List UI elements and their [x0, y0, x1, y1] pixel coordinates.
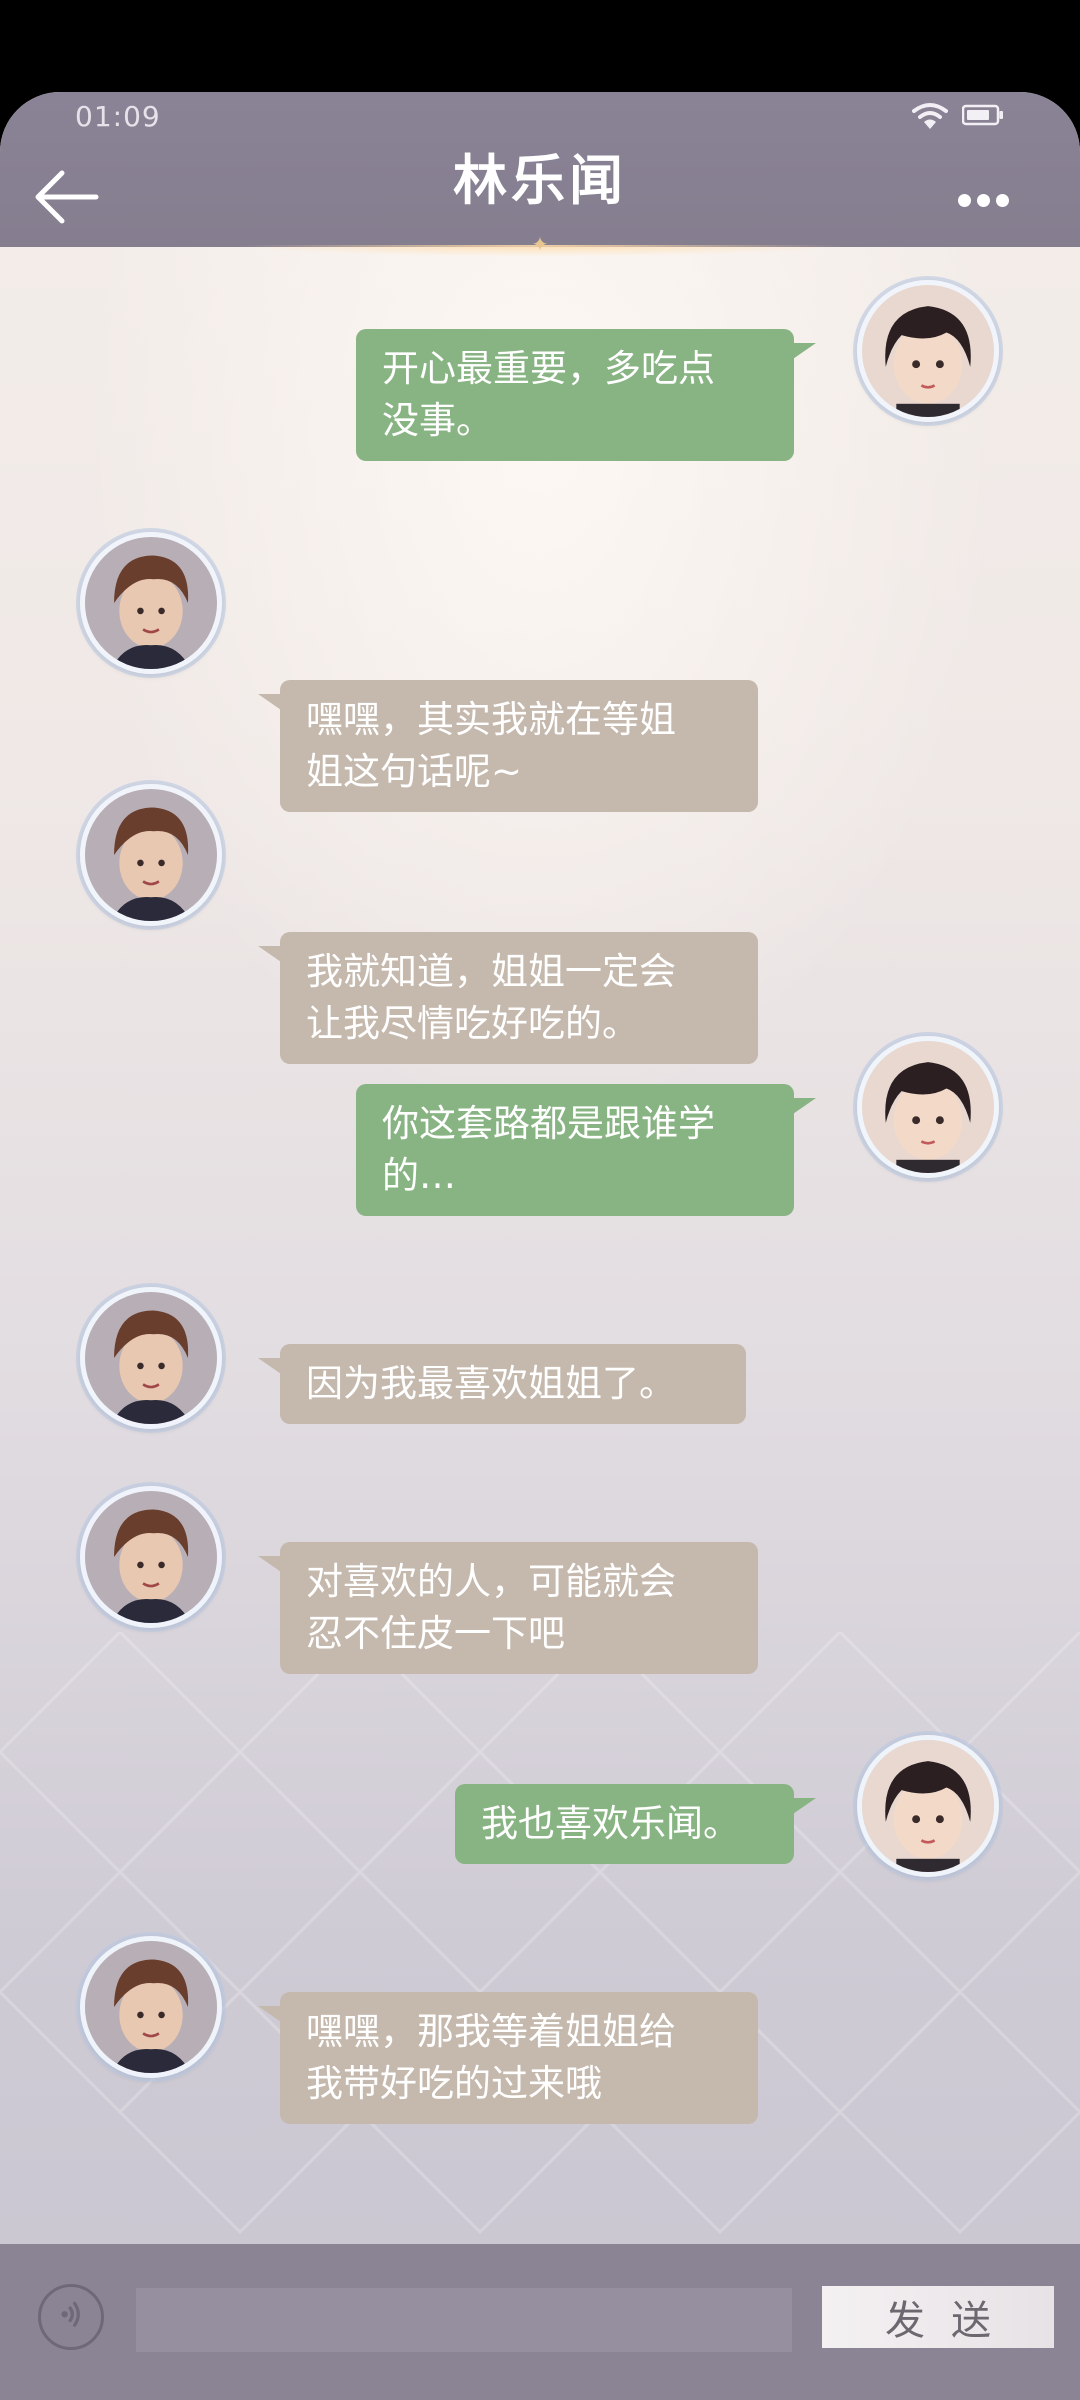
my-avatar[interactable] [857, 1036, 999, 1178]
wifi-icon [912, 103, 948, 129]
send-button[interactable]: 发送 [822, 2286, 1054, 2348]
my-avatar[interactable] [857, 280, 999, 422]
message-bubble-received[interactable]: 我就知道，姐姐一定会 让我尽情吃好吃的。 [258, 932, 758, 1064]
message-line: 忍不住皮一下吧 [306, 1612, 565, 1655]
message-line: 我就知道，姐姐一定会 [306, 950, 676, 993]
voice-icon[interactable] [38, 2284, 104, 2350]
message-line: 开心最重要，多吃点 [382, 347, 715, 390]
message-bubble-received[interactable]: 嘿嘿，其实我就在等姐 姐这句话呢~ [258, 680, 758, 812]
chat-screen: 01:09 林乐闻 ✦ 开心最重要，多吃点 没事。 嘿嘿，其实我就在等姐 姐这句… [0, 92, 1080, 2400]
message-bubble-received[interactable]: 嘿嘿，那我等着姐姐给 我带好吃的过来哦 [258, 1992, 758, 2124]
status-time: 01:09 [75, 100, 161, 133]
message-line: 姐这句话呢~ [306, 750, 523, 793]
message-line: 让我尽情吃好吃的。 [306, 1002, 639, 1045]
message-input[interactable] [136, 2288, 792, 2352]
message-line: 我带好吃的过来哦 [306, 2062, 602, 2105]
message-bubble-sent[interactable]: 我也喜欢乐闻。 [455, 1784, 816, 1864]
divider-star-icon: ✦ [531, 232, 549, 256]
message-line: 嘿嘿，其实我就在等姐 [306, 698, 676, 741]
message-line: 我也喜欢乐闻。 [481, 1802, 740, 1845]
message-line: 没事。 [382, 399, 493, 442]
page-title: 林乐闻 [453, 148, 627, 212]
message-bubble-sent[interactable]: 开心最重要，多吃点 没事。 [356, 329, 816, 461]
message-bubble-received[interactable]: 因为我最喜欢姐姐了。 [258, 1344, 746, 1424]
battery-icon [962, 104, 1003, 126]
message-line: 对喜欢的人，可能就会 [306, 1560, 676, 1603]
contact-avatar[interactable] [80, 532, 222, 674]
chat-header: 01:09 林乐闻 [0, 92, 1080, 247]
message-line: 因为我最喜欢姐姐了。 [306, 1362, 676, 1405]
message-line: 嘿嘿，那我等着姐姐给 [306, 2010, 676, 2053]
contact-avatar[interactable] [80, 1287, 222, 1429]
my-avatar[interactable] [857, 1735, 999, 1877]
contact-avatar[interactable] [80, 1486, 222, 1628]
message-bubble-sent[interactable]: 你这套路都是跟谁学 的… [356, 1084, 816, 1216]
more-options-icon[interactable] [958, 192, 1022, 212]
contact-avatar[interactable] [80, 784, 222, 926]
contact-avatar[interactable] [80, 1936, 222, 2078]
message-line: 的… [382, 1154, 456, 1197]
message-line: 你这套路都是跟谁学 [382, 1102, 715, 1145]
message-bubble-received[interactable]: 对喜欢的人，可能就会 忍不住皮一下吧 [258, 1542, 758, 1674]
